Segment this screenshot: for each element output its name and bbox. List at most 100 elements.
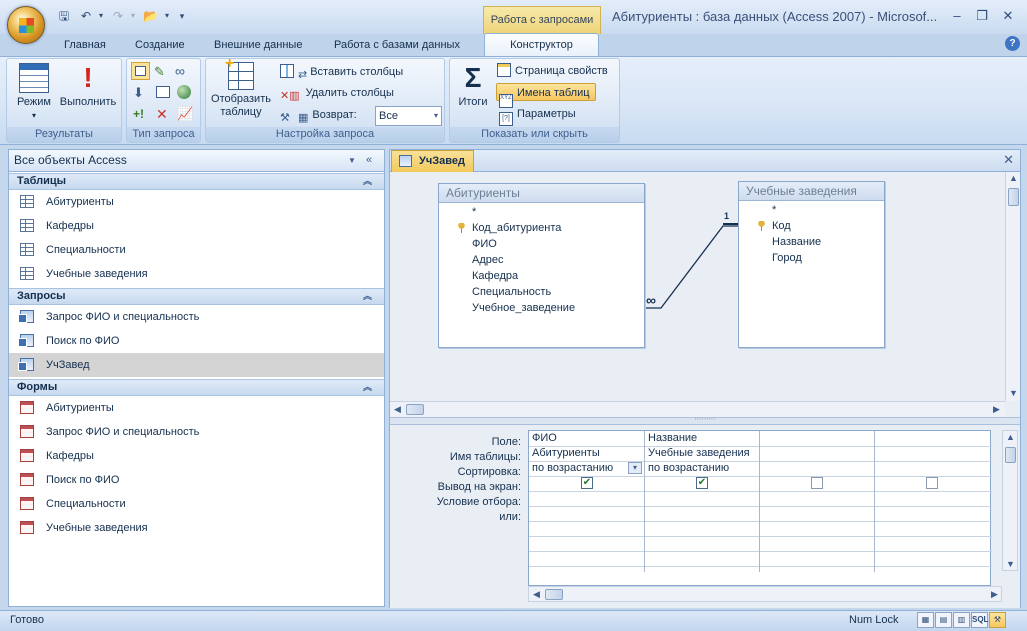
table-pane-hscroll[interactable]: ◀ ▶	[390, 401, 1005, 417]
restore-icon[interactable]: ❐	[972, 8, 992, 24]
nav-menu-chevron-icon[interactable]: ▼	[348, 150, 356, 171]
field-item-all[interactable]: *	[439, 204, 629, 220]
nav-item-table[interactable]: Учебные заведения	[9, 262, 384, 286]
grid-col3-show-checkbox[interactable]	[811, 477, 823, 489]
close-icon[interactable]: ✕	[998, 8, 1018, 24]
grid-col1-show-checkbox[interactable]: ✔	[581, 477, 593, 489]
grid-hscroll[interactable]: ◀ ▶	[528, 586, 1002, 602]
field-list-table1[interactable]: Абитуриенты * Код_абитуриента ФИО Адрес …	[438, 183, 645, 348]
field-item[interactable]: Кафедра	[439, 268, 629, 284]
field-item[interactable]: ФИО	[439, 236, 629, 252]
save-icon[interactable]: 🖫	[56, 8, 72, 24]
union-query-icon[interactable]: ∞	[175, 63, 193, 79]
open-icon[interactable]: 📂	[142, 8, 158, 24]
totals-button[interactable]: Σ Итоги	[452, 63, 494, 109]
field-item-key[interactable]: Код	[739, 218, 869, 234]
field-list-table2[interactable]: Учебные заведения * Код Название Город	[738, 181, 885, 348]
update-query-icon[interactable]: +!	[133, 107, 151, 123]
insert-columns-button[interactable]: ⇄ Вставить столбцы	[280, 63, 403, 81]
scroll-up-icon[interactable]: ▲	[1006, 432, 1015, 442]
nav-item-table[interactable]: Специальности	[9, 238, 384, 262]
select-query-button[interactable]	[131, 62, 150, 80]
show-table-button[interactable]: + Отобразить таблицу	[207, 56, 275, 119]
grid-vscroll[interactable]: ▲ ▼	[1002, 430, 1018, 571]
close-document-icon[interactable]: ✕	[1003, 152, 1014, 168]
open-dropdown-icon[interactable]: ▾	[159, 8, 175, 24]
nav-item-query[interactable]: Запрос ФИО и специальность	[9, 305, 384, 329]
nav-item-form[interactable]: Кафедры	[9, 444, 384, 468]
grid-col2-table[interactable]: Учебные заведения	[645, 446, 759, 461]
return-select[interactable]: Все ▾	[375, 106, 442, 126]
scroll-up-icon[interactable]: ▲	[1009, 173, 1018, 183]
tab-home[interactable]: Главная	[56, 36, 114, 56]
nav-item-form[interactable]: Учебные заведения	[9, 516, 384, 540]
grid-col1-field[interactable]: ФИО	[529, 431, 644, 446]
run-button[interactable]: ! Выполнить	[57, 63, 119, 109]
view-button[interactable]: Режим ▾	[9, 63, 59, 122]
redo-icon[interactable]: ↷	[110, 8, 126, 24]
data-definition-query-icon[interactable]	[177, 85, 191, 99]
grid-col4-show-checkbox[interactable]	[926, 477, 938, 489]
sql-view-icon[interactable]: SQL	[971, 612, 988, 628]
scroll-thumb[interactable]	[1008, 188, 1019, 206]
field-item-key[interactable]: Код_абитуриента	[439, 220, 629, 236]
delete-columns-button[interactable]: ✕▥ Удалить столбцы	[280, 84, 394, 102]
section-tables[interactable]: Таблицы ︽	[9, 173, 384, 190]
crosstab-query-icon[interactable]: 📈	[177, 106, 193, 122]
nav-item-form[interactable]: Абитуриенты	[9, 396, 384, 420]
field-list-title[interactable]: Абитуриенты	[439, 184, 644, 203]
field-item[interactable]: Специальность	[439, 284, 629, 300]
parameters-button[interactable]: [?] Параметры	[499, 105, 576, 126]
section-queries[interactable]: Запросы ︽	[9, 288, 384, 305]
scroll-down-icon[interactable]: ▼	[1009, 388, 1018, 398]
tab-create[interactable]: Создание	[127, 36, 193, 56]
scroll-thumb[interactable]	[545, 589, 563, 600]
scroll-right-icon[interactable]: ▶	[993, 404, 1000, 415]
undo-icon[interactable]: ↶	[78, 8, 94, 24]
collapse-pane-icon[interactable]: «	[366, 150, 372, 171]
datasheet-view-icon[interactable]: ▦	[917, 612, 934, 628]
make-table-query-icon[interactable]: ✎	[154, 64, 170, 80]
nav-item-form[interactable]: Специальности	[9, 492, 384, 516]
scroll-thumb[interactable]	[406, 404, 424, 415]
pivottable-view-icon[interactable]: ▤	[935, 612, 952, 628]
grid-col2-show-checkbox[interactable]: ✔	[696, 477, 708, 489]
field-item-all[interactable]: *	[739, 202, 869, 218]
pass-through-query-icon[interactable]	[156, 86, 170, 98]
undo-dropdown-icon[interactable]: ▾	[93, 8, 109, 24]
nav-item-query[interactable]: Поиск по ФИО	[9, 329, 384, 353]
tab-designer[interactable]: Конструктор	[484, 33, 599, 57]
grid-col1-sort[interactable]: по возрастанию ▾	[529, 461, 644, 476]
field-item[interactable]: Город	[739, 250, 869, 266]
help-icon[interactable]: ?	[1005, 36, 1020, 51]
nav-header[interactable]: Все объекты Access ▼ «	[9, 150, 384, 172]
grid-col2-sort[interactable]: по возрастанию	[645, 461, 759, 476]
customize-qat-icon[interactable]: ▾	[174, 8, 190, 24]
document-tab-active[interactable]: УчЗавед	[391, 150, 474, 172]
pane-splitter[interactable]: ⋯⋯⋯	[390, 416, 1020, 425]
grid-col1-table[interactable]: Абитуриенты	[529, 446, 644, 461]
tab-database-tools[interactable]: Работа с базами данных	[326, 36, 468, 56]
field-item[interactable]: Адрес	[439, 252, 629, 268]
scroll-down-icon[interactable]: ▼	[1006, 559, 1015, 569]
field-item[interactable]: Название	[739, 234, 869, 250]
scroll-left-icon[interactable]: ◀	[533, 589, 540, 600]
property-sheet-button[interactable]: Страница свойств	[497, 62, 608, 80]
table-names-button[interactable]: XYZ Имена таблиц	[496, 83, 596, 108]
pivotchart-view-icon[interactable]: ▥	[953, 612, 970, 628]
nav-item-table[interactable]: Кафедры	[9, 214, 384, 238]
scroll-right-icon[interactable]: ▶	[991, 589, 998, 600]
sort-dropdown-chevron-icon[interactable]: ▾	[628, 462, 642, 474]
scroll-thumb[interactable]	[1005, 447, 1016, 463]
scroll-left-icon[interactable]: ◀	[394, 404, 401, 415]
tab-external-data[interactable]: Внешние данные	[206, 36, 310, 56]
nav-item-form[interactable]: Запрос ФИО и специальность	[9, 420, 384, 444]
design-view-icon[interactable]: ⚒	[989, 612, 1006, 628]
grid-col2-field[interactable]: Название	[645, 431, 759, 446]
office-button[interactable]	[7, 6, 45, 44]
nav-item-table[interactable]: Абитуриенты	[9, 190, 384, 214]
redo-dropdown-icon[interactable]: ▾	[125, 8, 141, 24]
append-query-icon[interactable]: ⬇	[133, 85, 149, 101]
field-list-title[interactable]: Учебные заведения	[739, 182, 884, 201]
nav-item-query-selected[interactable]: УчЗавед	[9, 353, 384, 377]
